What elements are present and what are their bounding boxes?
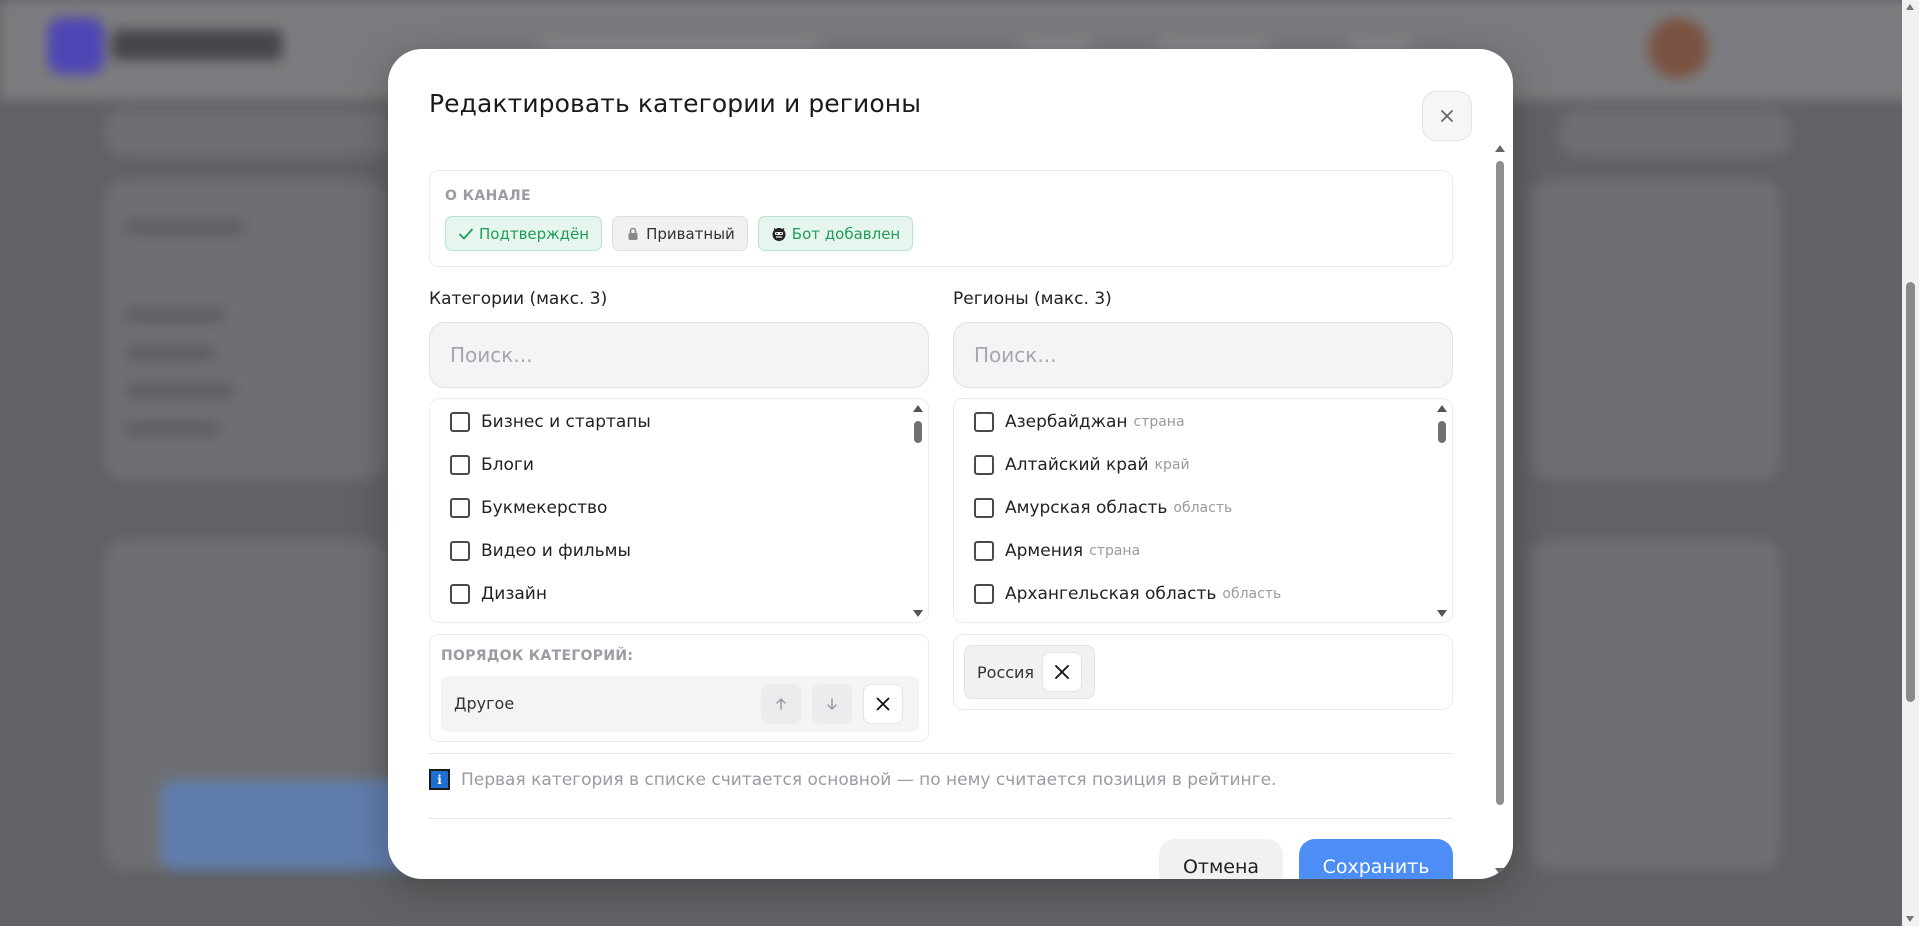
regions-list-scrollbar[interactable]	[1436, 405, 1448, 617]
scroll-down-arrow-icon[interactable]	[1906, 916, 1914, 922]
cancel-button[interactable]: Отмена	[1159, 839, 1283, 879]
arrow-up-icon	[776, 698, 786, 710]
category-order-name: Другое	[454, 694, 515, 713]
region-type: область	[1222, 586, 1282, 602]
move-down-button[interactable]	[812, 684, 852, 724]
category-checkbox[interactable]	[450, 541, 470, 561]
regions-title: Регионы (макс. 3)	[953, 289, 1112, 309]
scroll-down-arrow-icon[interactable]	[1495, 868, 1505, 875]
category-checkbox[interactable]	[450, 455, 470, 475]
region-checkbox[interactable]	[974, 412, 994, 432]
category-checkbox[interactable]	[450, 498, 470, 518]
category-checkbox[interactable]	[450, 584, 470, 604]
badge-label: Бот добавлен	[791, 224, 901, 243]
category-checkbox[interactable]	[450, 412, 470, 432]
region-type: область	[1173, 500, 1233, 516]
category-order-row: Другое	[441, 676, 919, 732]
remove-category-button[interactable]	[863, 684, 903, 724]
region-checkbox[interactable]	[974, 584, 994, 604]
close-icon	[1441, 110, 1453, 122]
badge-label: Подтверждён	[479, 224, 590, 243]
scroll-down-arrow-icon[interactable]	[1437, 610, 1447, 617]
categories-title: Категории (макс. 3)	[429, 289, 608, 309]
region-chip-label: Россия	[977, 662, 1035, 682]
bot-icon	[772, 227, 786, 241]
categories-search-input[interactable]	[429, 322, 929, 388]
regions-list: Азербайджан страна Алтайский край край А…	[953, 398, 1453, 623]
region-type: страна	[1089, 543, 1141, 559]
section-label: О КАНАЛЕ	[445, 188, 531, 204]
close-icon	[876, 697, 890, 711]
region-label: Армения	[1005, 541, 1084, 561]
scroll-up-arrow-icon[interactable]	[913, 405, 923, 412]
category-label: Видео и фильмы	[481, 541, 631, 561]
categories-scrollbar-thumb[interactable]	[914, 421, 922, 443]
region-type: край	[1154, 457, 1190, 473]
private-badge: Приватный	[612, 216, 748, 251]
bot-added-badge: Бот добавлен	[757, 216, 914, 251]
category-label: Дизайн	[481, 584, 547, 604]
categories-list-scrollbar[interactable]	[912, 405, 924, 617]
info-icon: i	[429, 769, 450, 790]
regions-scrollbar-thumb[interactable]	[1438, 421, 1446, 443]
info-note: i Первая категория в списке считается ос…	[429, 769, 1276, 790]
region-label: Алтайский край	[1005, 455, 1149, 475]
region-checkbox[interactable]	[974, 498, 994, 518]
verified-badge: Подтверждён	[445, 216, 603, 251]
badge-label: Приватный	[646, 224, 735, 243]
region-label: Амурская область	[1005, 498, 1168, 518]
region-item[interactable]: Азербайджан страна	[974, 412, 1185, 432]
scroll-up-arrow-icon[interactable]	[1495, 145, 1505, 152]
region-chip: Россия	[964, 645, 1096, 699]
arrow-down-icon	[827, 698, 837, 710]
category-order-section: ПОРЯДОК КАТЕГОРИЙ: Другое	[429, 634, 929, 742]
about-channel-section: О КАНАЛЕ Подтверждён Приватный Бот добав…	[429, 170, 1453, 267]
lock-icon	[628, 227, 638, 240]
region-type: страна	[1133, 414, 1185, 430]
region-item[interactable]: Амурская область область	[974, 498, 1232, 518]
info-text: Первая категория в списке считается осно…	[461, 769, 1277, 790]
category-label: Букмекерство	[481, 498, 608, 518]
category-item[interactable]: Букмекерство	[450, 498, 607, 518]
region-checkbox[interactable]	[974, 541, 994, 561]
region-checkbox[interactable]	[974, 455, 994, 475]
divider	[429, 818, 1453, 819]
region-item[interactable]: Архангельская область область	[974, 584, 1281, 604]
scroll-up-arrow-icon[interactable]	[1437, 405, 1447, 412]
category-label: Блоги	[481, 455, 534, 475]
modal-title: Редактировать категории и регионы	[429, 89, 922, 118]
region-item[interactable]: Алтайский край край	[974, 455, 1190, 475]
scroll-up-arrow-icon[interactable]	[1906, 4, 1914, 10]
divider	[429, 753, 1453, 754]
category-item[interactable]: Видео и фильмы	[450, 541, 631, 561]
category-item[interactable]: Бизнес и стартапы	[450, 412, 651, 432]
modal-scrollbar[interactable]	[1494, 145, 1506, 875]
region-label: Азербайджан	[1005, 412, 1128, 432]
category-order-label: ПОРЯДОК КАТЕГОРИЙ:	[441, 648, 634, 664]
page-scrollbar[interactable]	[1902, 0, 1919, 926]
scroll-down-arrow-icon[interactable]	[913, 610, 923, 617]
page-scrollbar-thumb[interactable]	[1906, 282, 1915, 702]
channel-badges: Подтверждён Приватный Бот добавлен	[445, 216, 914, 251]
remove-region-button[interactable]	[1042, 652, 1083, 692]
save-button[interactable]: Сохранить	[1299, 839, 1453, 879]
modal-scrollbar-thumb[interactable]	[1496, 161, 1504, 805]
move-up-button[interactable]	[761, 684, 801, 724]
category-item[interactable]: Дизайн	[450, 584, 547, 604]
check-icon	[459, 228, 473, 239]
categories-list: Бизнес и стартапы Блоги Букмекерство Вид…	[429, 398, 929, 623]
selected-regions: Россия	[953, 634, 1453, 710]
region-item[interactable]: Армения страна	[974, 541, 1140, 561]
close-button[interactable]	[1422, 91, 1472, 141]
category-label: Бизнес и стартапы	[481, 412, 651, 432]
close-icon	[1055, 665, 1070, 679]
category-item[interactable]: Блоги	[450, 455, 534, 475]
regions-search-input[interactable]	[953, 322, 1453, 388]
edit-categories-modal: Редактировать категории и регионы О КАНА…	[388, 49, 1513, 879]
region-label: Архангельская область	[1005, 584, 1217, 604]
